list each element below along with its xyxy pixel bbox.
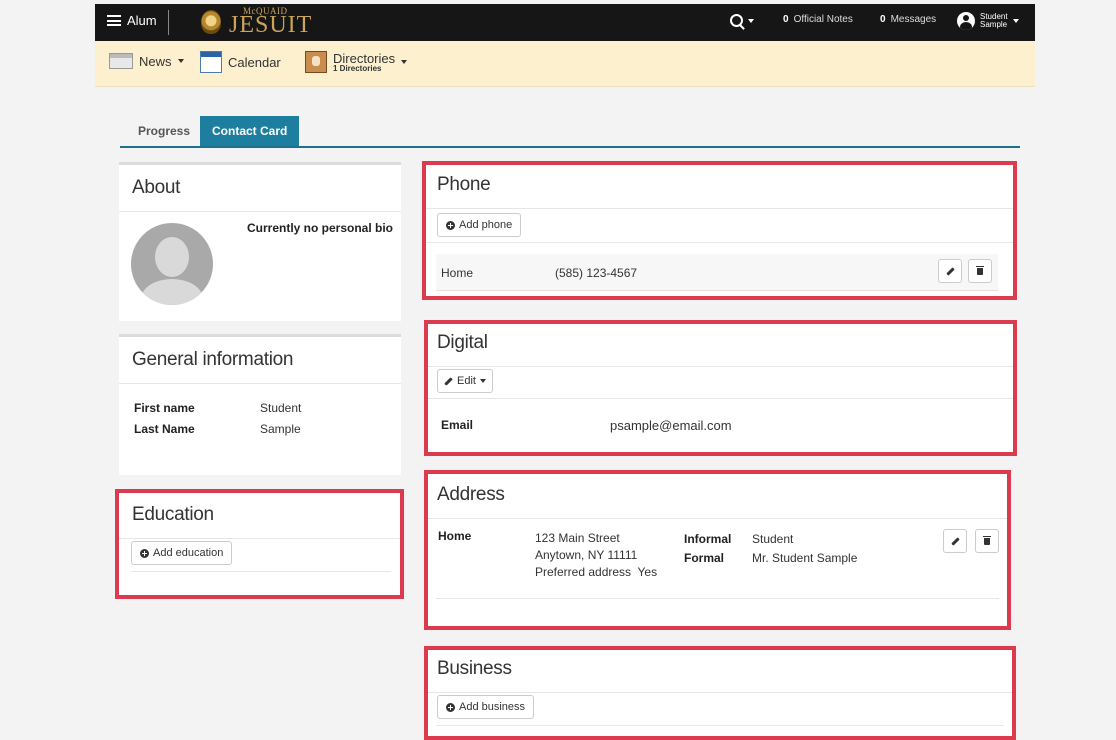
business-title: Business (424, 646, 1016, 693)
first-name-value: Student (260, 401, 302, 415)
edit-phone-button[interactable] (938, 259, 962, 283)
trash-icon (976, 265, 984, 275)
chevron-down-icon (177, 59, 184, 63)
address-title: Address (424, 472, 1011, 519)
school-crest-logo[interactable] (201, 10, 221, 34)
add-business-button[interactable]: Add business (437, 695, 535, 719)
search-icon (730, 14, 743, 27)
add-education-label: Add education (153, 547, 224, 559)
email-value[interactable]: psample@email.com (610, 418, 732, 433)
divider (168, 10, 169, 35)
general-info-card: General information First name Student L… (119, 334, 401, 475)
add-education-button[interactable]: Add education (131, 541, 233, 565)
hamburger-icon (107, 15, 121, 26)
formal-label: Formal (684, 551, 725, 565)
chevron-down-icon (401, 60, 408, 64)
pencil-icon (444, 376, 453, 386)
pencil-icon (945, 266, 955, 276)
user-menu[interactable]: Student Sample (957, 12, 1019, 30)
plus-circle-icon (446, 220, 455, 230)
divider (436, 598, 999, 599)
preferred-address: Preferred address Yes (535, 565, 658, 579)
informal-value: Student (752, 532, 794, 546)
directories-menu[interactable]: Directories 1 Directories (305, 50, 408, 73)
messages-count: 0 (880, 14, 886, 25)
bio-text: Currently no personal bio (247, 221, 394, 235)
trash-icon (983, 535, 991, 545)
table-row: Home (585) 123-4567 (436, 254, 998, 291)
calendar-label: Calendar (228, 54, 281, 70)
phone-card: Phone Add phone Home (585) 123-4567 (424, 162, 1017, 300)
divider (424, 242, 1017, 243)
last-name-value: Sample (260, 422, 301, 436)
edit-digital-dropdown[interactable]: Edit (437, 369, 493, 393)
formal-value: Mr. Student Sample (752, 551, 858, 565)
notes-label: Official Notes (793, 14, 853, 25)
directories-count: 1 Directories (333, 63, 382, 73)
messages-label: Messages (890, 14, 937, 25)
calendar-link[interactable]: Calendar (200, 51, 281, 73)
secondary-navbar: News Calendar Directories 1 Directories (95, 41, 1035, 87)
digital-card: Digital Edit Email psample@email.com (424, 320, 1017, 456)
phone-type: Home (441, 266, 474, 280)
general-info-title: General information (119, 337, 401, 384)
add-phone-button[interactable]: Add phone (437, 213, 522, 237)
newspaper-icon (109, 53, 133, 69)
menu-label: Alum (127, 13, 157, 28)
top-navbar: Alum McQUAID JESUIT 0 Official Notes 0 M… (95, 4, 1035, 41)
last-name-label: Last Name (134, 422, 195, 436)
tab-contact-card[interactable]: Contact Card (200, 116, 300, 146)
divider (131, 571, 391, 572)
address-type: Home (438, 529, 472, 543)
edit-label: Edit (457, 375, 476, 387)
official-notes-link[interactable]: 0 Official Notes (783, 14, 853, 25)
divider (436, 725, 1004, 726)
main-menu-button[interactable]: Alum (107, 13, 157, 28)
chevron-down-icon (1012, 19, 1019, 23)
education-title: Education (119, 492, 401, 539)
user-last-name: Sample (980, 20, 1008, 29)
about-card: About Currently no personal bio (119, 162, 401, 321)
add-business-label: Add business (459, 701, 526, 713)
add-phone-label: Add phone (459, 219, 513, 231)
digital-title: Digital (424, 320, 1017, 367)
search-dropdown[interactable] (730, 14, 754, 27)
business-card: Business Add business (424, 646, 1016, 740)
tab-bar: Progress Contact Card (120, 116, 1020, 148)
edit-address-button[interactable] (943, 529, 967, 553)
calendar-icon (200, 51, 222, 73)
address-book-icon (305, 51, 327, 73)
messages-link[interactable]: 0 Messages (880, 14, 936, 25)
education-card: Education Add education (119, 492, 401, 596)
avatar (131, 223, 213, 305)
chevron-down-icon (479, 379, 486, 383)
directories-label: Directories (333, 50, 396, 66)
logo-big-text: JESUIT (229, 12, 313, 38)
pencil-icon (950, 536, 960, 546)
address-line1: 123 Main Street (535, 531, 620, 545)
phone-number: (585) 123-4567 (555, 266, 638, 280)
first-name-label: First name (134, 401, 195, 415)
email-label: Email (441, 418, 474, 432)
chevron-down-icon (748, 18, 754, 23)
about-title: About (119, 165, 401, 212)
divider (424, 398, 1017, 399)
news-menu[interactable]: News (109, 53, 184, 69)
news-label: News (139, 53, 172, 69)
plus-circle-icon (140, 548, 149, 558)
plus-circle-icon (446, 702, 455, 712)
address-card: Address Home 123 Main Street Anytown, NY… (424, 472, 1011, 630)
tab-progress[interactable]: Progress (126, 116, 202, 146)
informal-label: Informal (684, 532, 732, 546)
phone-title: Phone (424, 162, 1017, 209)
user-avatar-icon (957, 12, 975, 30)
delete-phone-button[interactable] (968, 259, 992, 283)
delete-address-button[interactable] (975, 529, 999, 553)
address-line2: Anytown, NY 11111 (535, 548, 638, 562)
notes-count: 0 (783, 14, 789, 25)
